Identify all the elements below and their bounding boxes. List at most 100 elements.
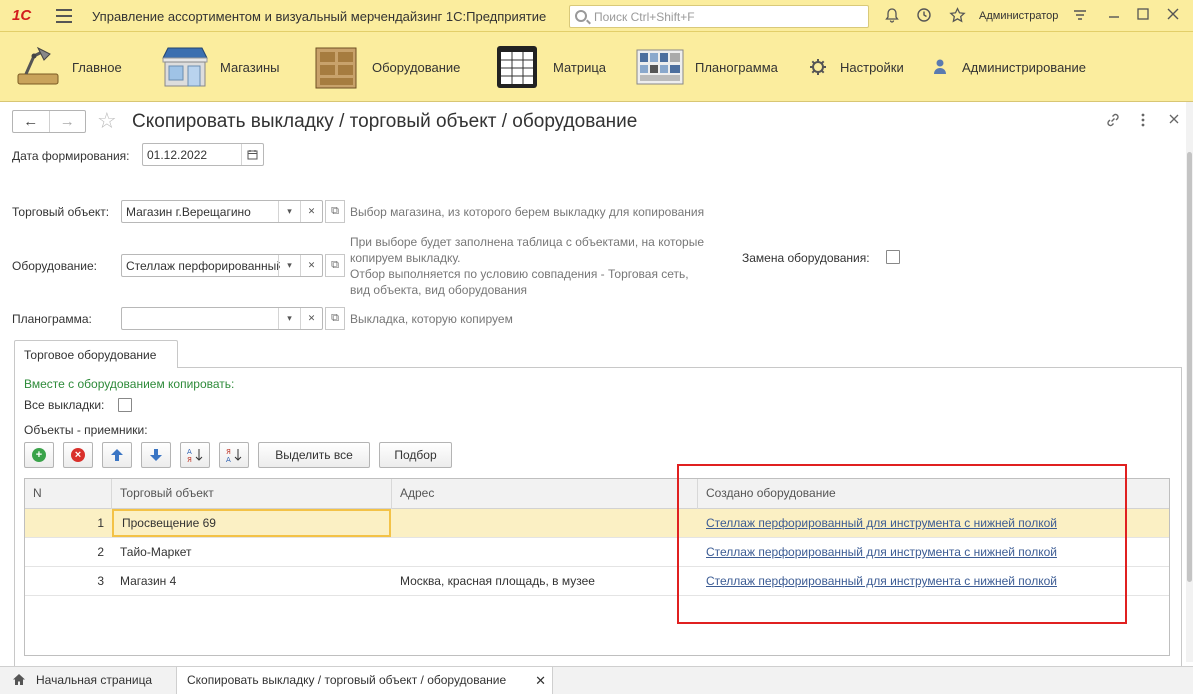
planogram-icon	[635, 44, 685, 90]
pick-button[interactable]: Подбор	[379, 442, 452, 468]
home-page-tab[interactable]: Начальная страница	[0, 667, 176, 694]
select-all-label: Выделить все	[275, 448, 353, 462]
column-store[interactable]: Торговый объект	[112, 479, 392, 509]
date-value: 01.12.2022	[147, 148, 208, 162]
move-up-button[interactable]	[102, 442, 132, 468]
search-input[interactable]: Поиск Ctrl+Shift+F	[569, 5, 869, 28]
section-equipment[interactable]: Оборудование	[312, 32, 460, 102]
home-page-label: Начальная страница	[36, 673, 153, 687]
section-stores[interactable]: Магазины	[160, 32, 280, 102]
column-n[interactable]: N	[25, 479, 112, 509]
favorites-star-icon[interactable]	[948, 7, 966, 25]
close-window-icon[interactable]	[1164, 7, 1182, 25]
gear-icon	[808, 57, 828, 77]
vertical-scrollbar[interactable]	[1186, 102, 1193, 662]
history-icon[interactable]	[915, 7, 933, 25]
equipment-label: Оборудование:	[12, 259, 97, 273]
person-icon	[930, 57, 950, 77]
open-store-icon[interactable]: ⧉	[325, 200, 345, 223]
dropdown-icon[interactable]: ▾	[278, 255, 300, 276]
svg-text:Я: Я	[187, 456, 192, 463]
current-form-tab[interactable]: Скопировать выкладку / торговый объект /…	[176, 667, 553, 694]
store-value: Магазин г.Верещагино	[126, 205, 251, 219]
store-cell[interactable]: Просвещение 69	[112, 509, 391, 537]
store-cell[interactable]: Тайо-Маркет	[112, 538, 392, 566]
section-admin-label: Администрирование	[962, 59, 1086, 75]
close-tab-icon[interactable]: ✕	[535, 667, 546, 694]
receivers-label: Объекты - приемники:	[24, 423, 148, 437]
1c-logo: 1С	[12, 7, 32, 24]
store-label: Торговый объект:	[12, 205, 110, 219]
settings-menu-icon[interactable]	[1071, 7, 1089, 25]
replace-equipment-checkbox[interactable]	[886, 250, 900, 264]
add-icon: +	[32, 448, 46, 462]
clear-icon[interactable]: ✕	[300, 201, 322, 222]
equipment-hint-4: вид объекта, вид оборудования	[350, 283, 528, 297]
svg-text:Я: Я	[226, 448, 231, 456]
sort-ascending-button[interactable]: АЯ	[180, 442, 210, 468]
open-planogram-icon[interactable]: ⧉	[325, 307, 345, 330]
section-matrix[interactable]: Матрица	[493, 32, 606, 102]
link-icon[interactable]	[1105, 112, 1121, 133]
row-number: 3	[97, 574, 104, 588]
sort-descending-button[interactable]: ЯА	[219, 442, 249, 468]
section-planogram[interactable]: Планограмма	[635, 32, 778, 102]
store-field[interactable]: Магазин г.Верещагино ▾ ✕	[121, 200, 323, 223]
replace-equipment-label: Замена оборудования:	[742, 251, 870, 265]
close-form-icon[interactable]	[1168, 112, 1180, 131]
search-icon	[575, 10, 587, 22]
select-all-button[interactable]: Выделить все	[258, 442, 370, 468]
equipment-hint-2: копируем выкладку.	[350, 251, 461, 265]
planogram-hint: Выкладка, которую копируем	[350, 312, 513, 326]
add-row-button[interactable]: +	[24, 442, 54, 468]
form-title: Скопировать выкладку / торговый объект /…	[132, 111, 638, 132]
matrix-grid-icon	[493, 44, 543, 90]
bell-icon[interactable]	[883, 7, 901, 25]
address-cell[interactable]	[392, 538, 698, 566]
shelving-icon	[312, 44, 362, 90]
maximize-icon[interactable]	[1134, 7, 1152, 25]
current-form-label: Скопировать выкладку / торговый объект /…	[187, 673, 507, 687]
back-arrow-icon[interactable]: ←	[13, 111, 49, 132]
store-cell[interactable]: Магазин 4	[112, 567, 392, 595]
equipment-hint-1: При выборе будет заполнена таблица с объ…	[350, 235, 704, 249]
all-layouts-checkbox[interactable]	[118, 398, 132, 412]
move-down-button[interactable]	[141, 442, 171, 468]
planogram-field[interactable]: ▾ ✕	[121, 307, 323, 330]
tab-equipment[interactable]: Торговое оборудование	[14, 340, 178, 368]
sort-ascending-icon: АЯ	[187, 448, 203, 464]
nav-buttons: ← →	[12, 110, 86, 133]
section-admin[interactable]: Администрирование	[930, 32, 1086, 102]
equipment-hint-3: Отбор выполняется по условию совпадения …	[350, 267, 689, 281]
all-layouts-label: Все выкладки:	[24, 398, 105, 412]
app-title: Управление ассортиментом и визуальный ме…	[92, 9, 547, 24]
address-cell[interactable]: Москва, красная площадь, в музее	[392, 567, 698, 595]
dropdown-icon[interactable]: ▾	[278, 201, 300, 222]
title-bar: 1С Управление ассортиментом и визуальный…	[0, 0, 1193, 32]
address-cell[interactable]	[392, 509, 698, 537]
column-address[interactable]: Адрес	[392, 479, 698, 509]
user-name[interactable]: Администратор	[979, 10, 1058, 22]
section-main[interactable]: Главное	[12, 32, 122, 102]
open-equipment-icon[interactable]: ⧉	[325, 254, 345, 277]
minimize-icon[interactable]	[1105, 7, 1123, 25]
dropdown-icon[interactable]: ▾	[278, 308, 300, 329]
clear-icon[interactable]: ✕	[300, 255, 322, 276]
forward-arrow-icon[interactable]: →	[48, 111, 86, 132]
more-actions-icon[interactable]	[1140, 112, 1146, 133]
store-icon	[160, 44, 210, 90]
scrollbar-thumb[interactable]	[1187, 152, 1192, 582]
home-icon	[13, 674, 25, 685]
section-stores-label: Магазины	[220, 59, 280, 75]
calendar-icon[interactable]	[241, 144, 263, 165]
favorite-star-icon[interactable]: ☆	[97, 108, 117, 134]
equipment-field[interactable]: Стеллаж перфорированный ▾ ✕	[121, 254, 323, 277]
main-menu-icon[interactable]	[56, 9, 72, 23]
date-field[interactable]: 01.12.2022	[142, 143, 264, 166]
section-settings[interactable]: Настройки	[808, 32, 904, 102]
delete-row-button[interactable]: ×	[63, 442, 93, 468]
clear-icon[interactable]: ✕	[300, 308, 322, 329]
planogram-label: Планограмма:	[12, 312, 92, 326]
section-panel: Главное Магазины Оборудование Матрица Пл…	[0, 32, 1193, 102]
sort-descending-icon: ЯА	[226, 448, 242, 464]
